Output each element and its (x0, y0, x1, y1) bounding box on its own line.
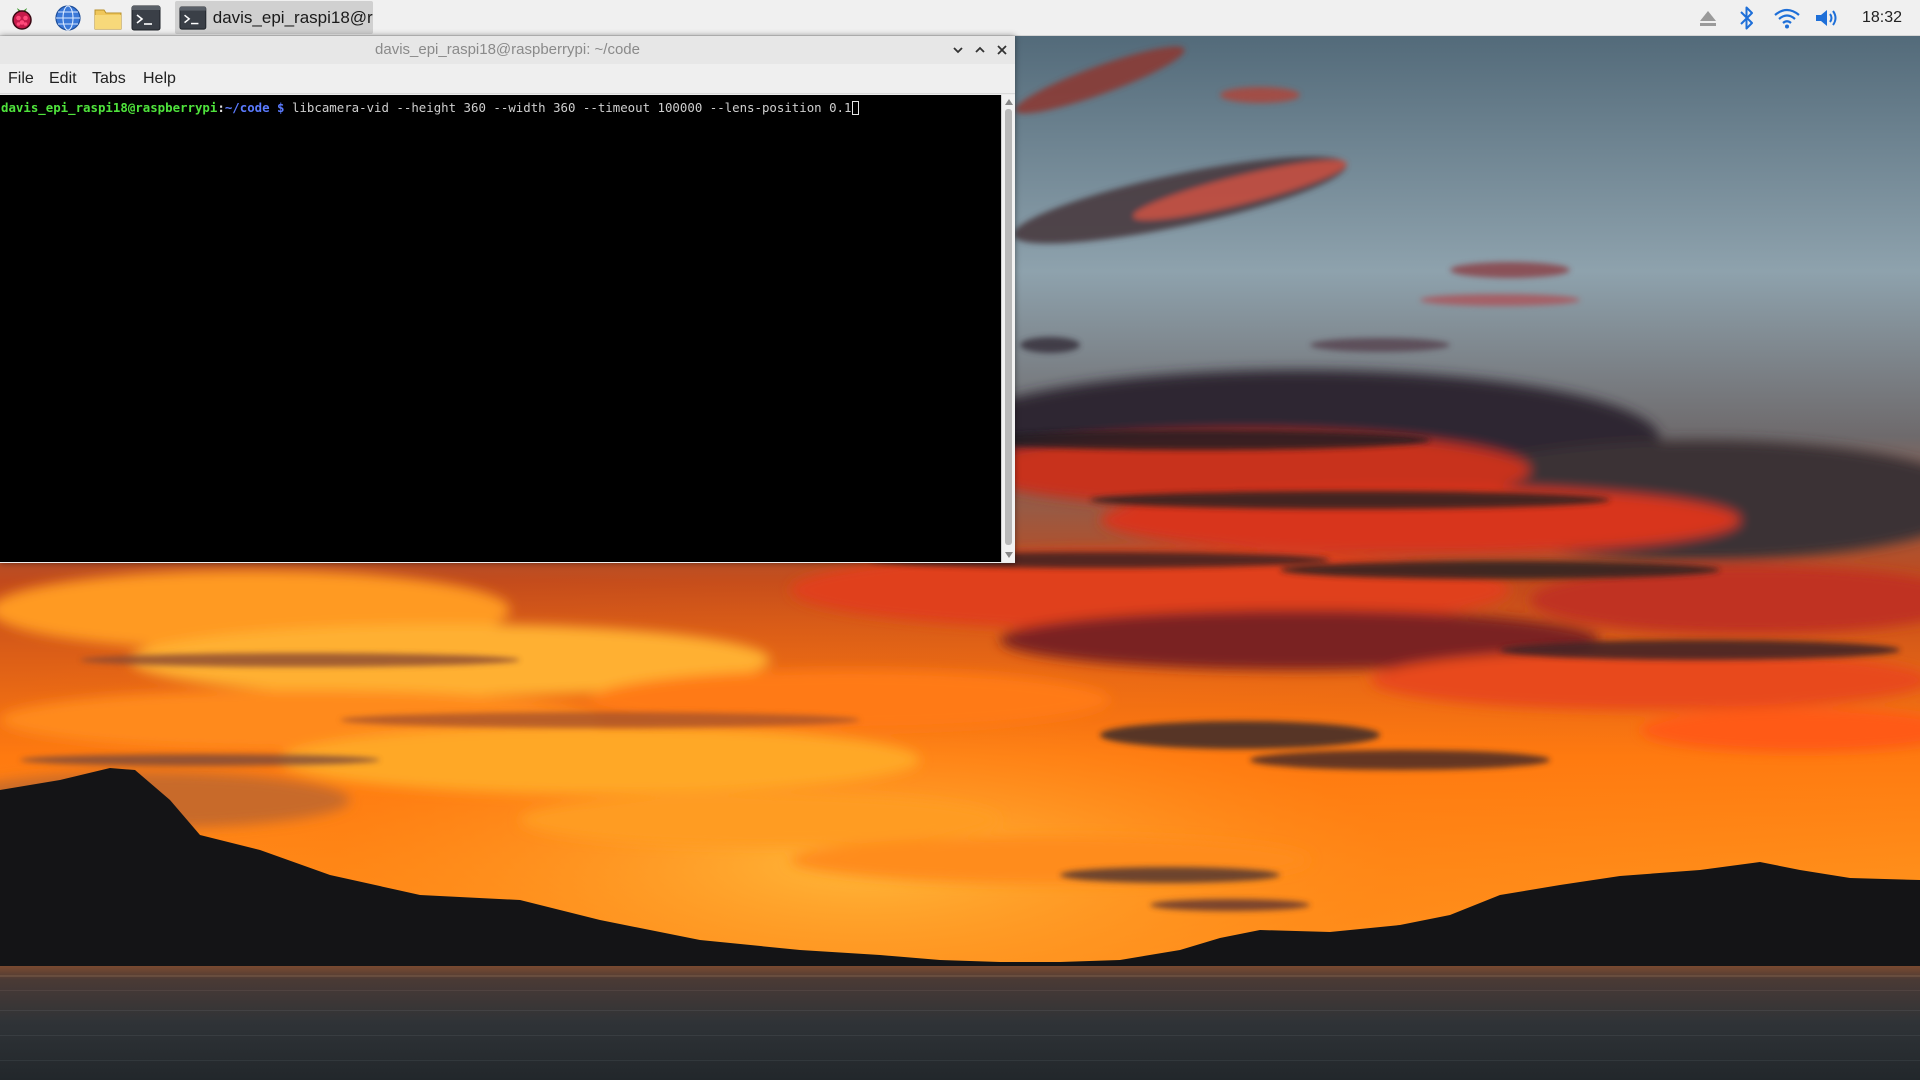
terminal-scrollbar[interactable] (1001, 95, 1015, 562)
terminal-icon (179, 5, 207, 30)
menu-tabs[interactable]: Tabs (92, 64, 126, 94)
volume-button[interactable] (1813, 4, 1841, 32)
terminal-window: davis_epi_raspi18@raspberrypi: ~/code Fi… (0, 36, 1015, 563)
taskbar: davis_epi_raspi18@r... 18:32 (0, 0, 1920, 36)
minimize-icon (953, 47, 963, 54)
desktop: davis_epi_raspi18@r... 18:32 davis_epi_r… (0, 0, 1920, 1080)
taskbar-task-terminal[interactable]: davis_epi_raspi18@r... (175, 1, 373, 34)
arrow-down-icon (1005, 552, 1013, 558)
close-icon (997, 45, 1007, 55)
menu-file[interactable]: File (8, 64, 34, 94)
globe-icon (55, 5, 81, 31)
web-browser-button[interactable] (50, 2, 86, 34)
window-titlebar[interactable]: davis_epi_raspi18@raspberrypi: ~/code (0, 36, 1015, 64)
scroll-up-arrow[interactable] (1004, 97, 1014, 107)
command-text: libcamera-vid --height 360 --width 360 -… (291, 100, 852, 115)
prompt-symbol: $ (277, 100, 285, 115)
menu-help[interactable]: Help (143, 64, 176, 94)
minimize-button[interactable] (950, 42, 966, 58)
eject-icon (1700, 11, 1716, 26)
close-button[interactable] (994, 42, 1010, 58)
text-cursor (852, 101, 860, 115)
clock[interactable]: 18:32 (1862, 0, 1902, 36)
bluetooth-icon (1740, 6, 1753, 30)
terminal-icon (131, 5, 161, 31)
prompt-path: ~/code (224, 100, 270, 115)
raspberry-pi-logo-icon (12, 8, 32, 30)
window-title: davis_epi_raspi18@raspberrypi: ~/code (375, 41, 640, 58)
eject-button[interactable] (1694, 4, 1722, 32)
terminal-command-line: davis_epi_raspi18@raspberrypi:~/code $ l… (1, 100, 860, 116)
maximize-icon (975, 46, 985, 53)
arrow-up-icon (1005, 99, 1013, 105)
prompt-separator: : (217, 100, 225, 115)
taskbar-task-label: davis_epi_raspi18@r... (212, 7, 373, 27)
volume-icon (1816, 10, 1837, 26)
folder-icon (94, 9, 122, 30)
window-menubar: File Edit Tabs Help (0, 64, 1015, 94)
raspberry-menu-button[interactable] (4, 2, 40, 34)
terminal-launcher-button[interactable] (128, 2, 164, 34)
scroll-down-arrow[interactable] (1004, 550, 1014, 560)
wifi-button[interactable] (1773, 4, 1801, 32)
scrollbar-thumb[interactable] (1005, 109, 1012, 545)
prompt-user-host: davis_epi_raspi18@raspberrypi (1, 100, 218, 115)
bluetooth-button[interactable] (1733, 4, 1761, 32)
terminal-output[interactable]: davis_epi_raspi18@raspberrypi:~/code $ l… (0, 95, 1001, 562)
menu-edit[interactable]: Edit (49, 64, 77, 94)
file-manager-button[interactable] (90, 2, 126, 34)
wifi-icon (1774, 8, 1800, 29)
maximize-button[interactable] (972, 42, 988, 58)
